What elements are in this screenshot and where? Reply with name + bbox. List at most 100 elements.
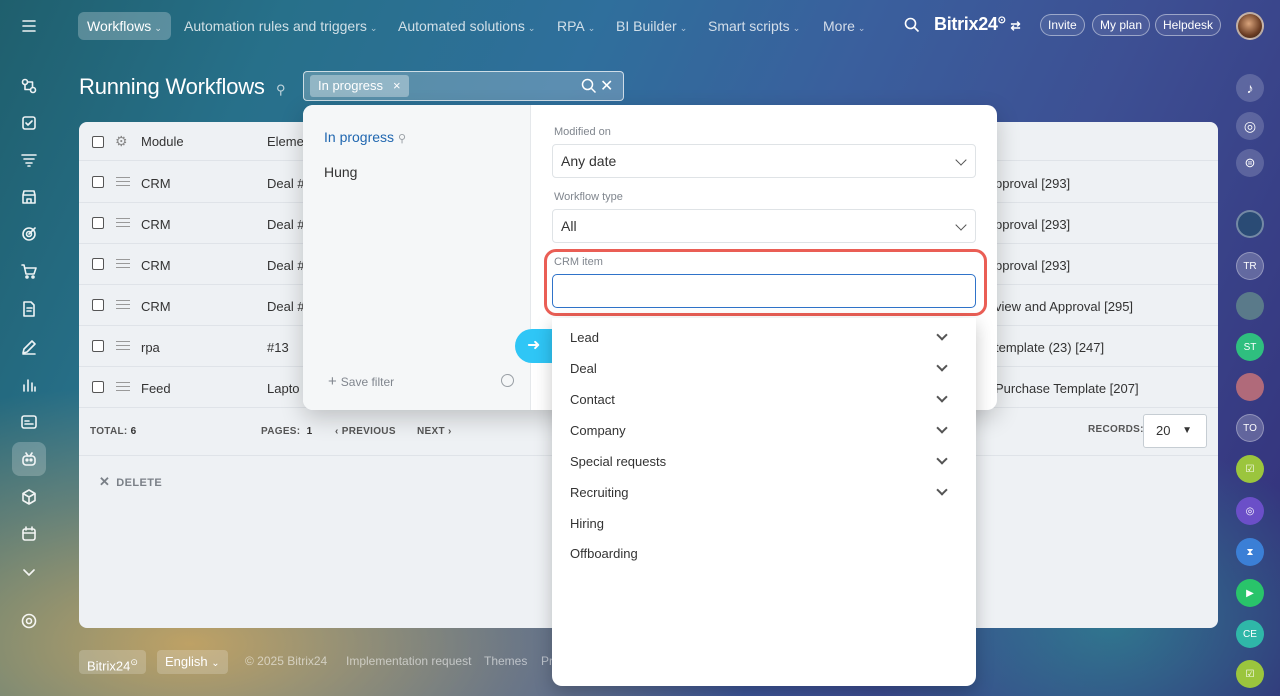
crm-item-input[interactable] bbox=[552, 274, 976, 308]
avatar[interactable]: CE bbox=[1236, 620, 1264, 648]
row-checkbox[interactable] bbox=[92, 176, 104, 188]
pin-icon[interactable]: ⚲ bbox=[276, 82, 286, 98]
target-icon[interactable] bbox=[17, 222, 41, 246]
preset-hung[interactable]: Hung bbox=[324, 164, 357, 180]
chevron-down-icon[interactable] bbox=[936, 391, 948, 403]
preset-in-progress[interactable]: In progress ⚲ bbox=[324, 129, 406, 145]
nav-bi-builder[interactable]: BI Builder ⌄ bbox=[616, 12, 687, 40]
row-checkbox[interactable] bbox=[92, 340, 104, 352]
avatar[interactable] bbox=[1236, 210, 1264, 238]
row-menu-icon[interactable] bbox=[116, 215, 130, 230]
nav-more[interactable]: More ⌄ bbox=[823, 12, 865, 40]
hourglass-icon[interactable]: ⧗ bbox=[1236, 538, 1264, 566]
clear-icon[interactable]: ✕ bbox=[600, 76, 613, 96]
select-all-checkbox[interactable] bbox=[92, 136, 104, 148]
footer-brand-button[interactable]: Bitrix24⊙ bbox=[79, 650, 146, 674]
chevron-down-icon[interactable] bbox=[17, 560, 41, 584]
cell-element[interactable]: Lapto bbox=[267, 381, 300, 396]
box-icon[interactable] bbox=[17, 485, 41, 509]
dropdown-item-offboarding[interactable]: Offboarding bbox=[570, 546, 638, 561]
helpdesk-button[interactable]: Helpdesk bbox=[1155, 14, 1222, 36]
filter-search-bar[interactable]: In progress × ✕ bbox=[303, 71, 624, 101]
column-header-module[interactable]: Module bbox=[141, 134, 184, 149]
previous-button[interactable]: ‹ PREVIOUS bbox=[335, 426, 396, 437]
nav-rpa[interactable]: RPA ⌄ bbox=[557, 12, 595, 40]
themes-link[interactable]: Themes bbox=[484, 654, 527, 668]
cell-element[interactable]: Deal # bbox=[267, 258, 305, 273]
chat-search-icon[interactable]: ⊜ bbox=[1236, 149, 1264, 177]
language-select[interactable]: English ⌄ bbox=[157, 650, 228, 674]
copilot-chat-icon[interactable]: ◎ bbox=[1236, 497, 1264, 525]
save-filter-button[interactable]: + Save filter bbox=[328, 373, 394, 390]
workflow-icon[interactable] bbox=[17, 74, 41, 98]
video-call-icon[interactable]: ▶ bbox=[1236, 579, 1264, 607]
workflow-type-select[interactable]: All bbox=[552, 209, 976, 243]
document-edit-icon[interactable] bbox=[17, 297, 41, 321]
filter-stack-icon[interactable] bbox=[17, 148, 41, 172]
analytics-icon[interactable] bbox=[17, 373, 41, 397]
modified-on-select[interactable]: Any date bbox=[552, 144, 976, 178]
avatar[interactable]: TO bbox=[1236, 414, 1264, 442]
dropdown-item-hiring[interactable]: Hiring bbox=[570, 516, 604, 531]
row-checkbox[interactable] bbox=[92, 258, 104, 270]
pen-icon[interactable] bbox=[17, 335, 41, 359]
cart-icon[interactable] bbox=[17, 259, 41, 283]
records-per-page-select[interactable]: 20 ▼ bbox=[1143, 414, 1207, 448]
row-checkbox[interactable] bbox=[92, 217, 104, 229]
settings-icon[interactable] bbox=[17, 609, 41, 633]
robot-icon[interactable] bbox=[17, 447, 41, 471]
row-checkbox[interactable] bbox=[92, 381, 104, 393]
chevron-down-icon[interactable] bbox=[936, 422, 948, 434]
menu-icon[interactable] bbox=[17, 14, 41, 38]
nav-smart-scripts[interactable]: Smart scripts ⌄ bbox=[708, 12, 800, 40]
gear-icon[interactable]: ⚙ bbox=[115, 133, 128, 150]
cell-element[interactable]: #13 bbox=[267, 340, 289, 355]
search-icon[interactable] bbox=[904, 17, 920, 33]
search-icon[interactable] bbox=[581, 78, 597, 94]
row-menu-icon[interactable] bbox=[116, 297, 130, 312]
group-avatar[interactable] bbox=[1236, 373, 1264, 401]
chevron-down-icon[interactable] bbox=[936, 360, 948, 372]
avatar[interactable] bbox=[1236, 292, 1264, 320]
nav-workflows[interactable]: Workflows ⌄ bbox=[78, 12, 171, 40]
dropdown-item-special-requests[interactable]: Special requests bbox=[570, 454, 666, 469]
copilot-icon[interactable]: ◎ bbox=[1236, 112, 1264, 140]
chip-remove-icon[interactable]: × bbox=[393, 78, 401, 93]
task-avatar-icon[interactable]: ☑ bbox=[1236, 455, 1264, 483]
calendar-icon[interactable] bbox=[17, 522, 41, 546]
delete-button[interactable]: ✕ DELETE bbox=[99, 474, 162, 490]
next-button[interactable]: NEXT › bbox=[417, 426, 452, 437]
dropdown-item-lead[interactable]: Lead bbox=[570, 330, 599, 345]
row-checkbox[interactable] bbox=[92, 299, 104, 311]
nav-automated-solutions[interactable]: Automated solutions ⌄ bbox=[398, 12, 535, 40]
dropdown-item-deal[interactable]: Deal bbox=[570, 361, 597, 376]
store-icon[interactable] bbox=[17, 185, 41, 209]
implementation-request-link[interactable]: Implementation request bbox=[346, 654, 471, 668]
brand-logo[interactable]: Bitrix24⊙ ⇄ bbox=[934, 14, 1020, 35]
tasks-icon[interactable] bbox=[17, 111, 41, 135]
chevron-down-icon[interactable] bbox=[936, 329, 948, 341]
chevron-down-icon[interactable] bbox=[936, 453, 948, 465]
my-plan-button[interactable]: My plan bbox=[1092, 14, 1151, 36]
dropdown-item-recruiting[interactable]: Recruiting bbox=[570, 485, 629, 500]
bell-icon[interactable]: ♪ bbox=[1236, 74, 1264, 102]
chevron-down-icon[interactable] bbox=[936, 484, 948, 496]
user-avatar[interactable] bbox=[1236, 12, 1264, 40]
task-avatar-icon[interactable]: ☑ bbox=[1236, 660, 1264, 688]
dropdown-item-contact[interactable]: Contact bbox=[570, 392, 615, 407]
row-menu-icon[interactable] bbox=[116, 256, 130, 271]
gear-icon[interactable] bbox=[501, 374, 514, 387]
column-header-element[interactable]: Eleme bbox=[267, 134, 304, 149]
row-menu-icon[interactable] bbox=[116, 379, 130, 394]
cell-element[interactable]: Deal # bbox=[267, 217, 305, 232]
pin-icon[interactable]: ⚲ bbox=[398, 133, 406, 145]
nav-automation-rules[interactable]: Automation rules and triggers ⌄ bbox=[184, 12, 377, 40]
invite-button[interactable]: Invite bbox=[1040, 14, 1085, 36]
avatar[interactable]: TR bbox=[1236, 252, 1264, 280]
row-menu-icon[interactable] bbox=[116, 174, 130, 189]
filter-chip[interactable]: In progress × bbox=[310, 75, 409, 97]
cell-element[interactable]: Deal # bbox=[267, 176, 305, 191]
contact-card-icon[interactable] bbox=[17, 410, 41, 434]
row-menu-icon[interactable] bbox=[116, 338, 130, 353]
cell-element[interactable]: Deal # bbox=[267, 299, 305, 314]
